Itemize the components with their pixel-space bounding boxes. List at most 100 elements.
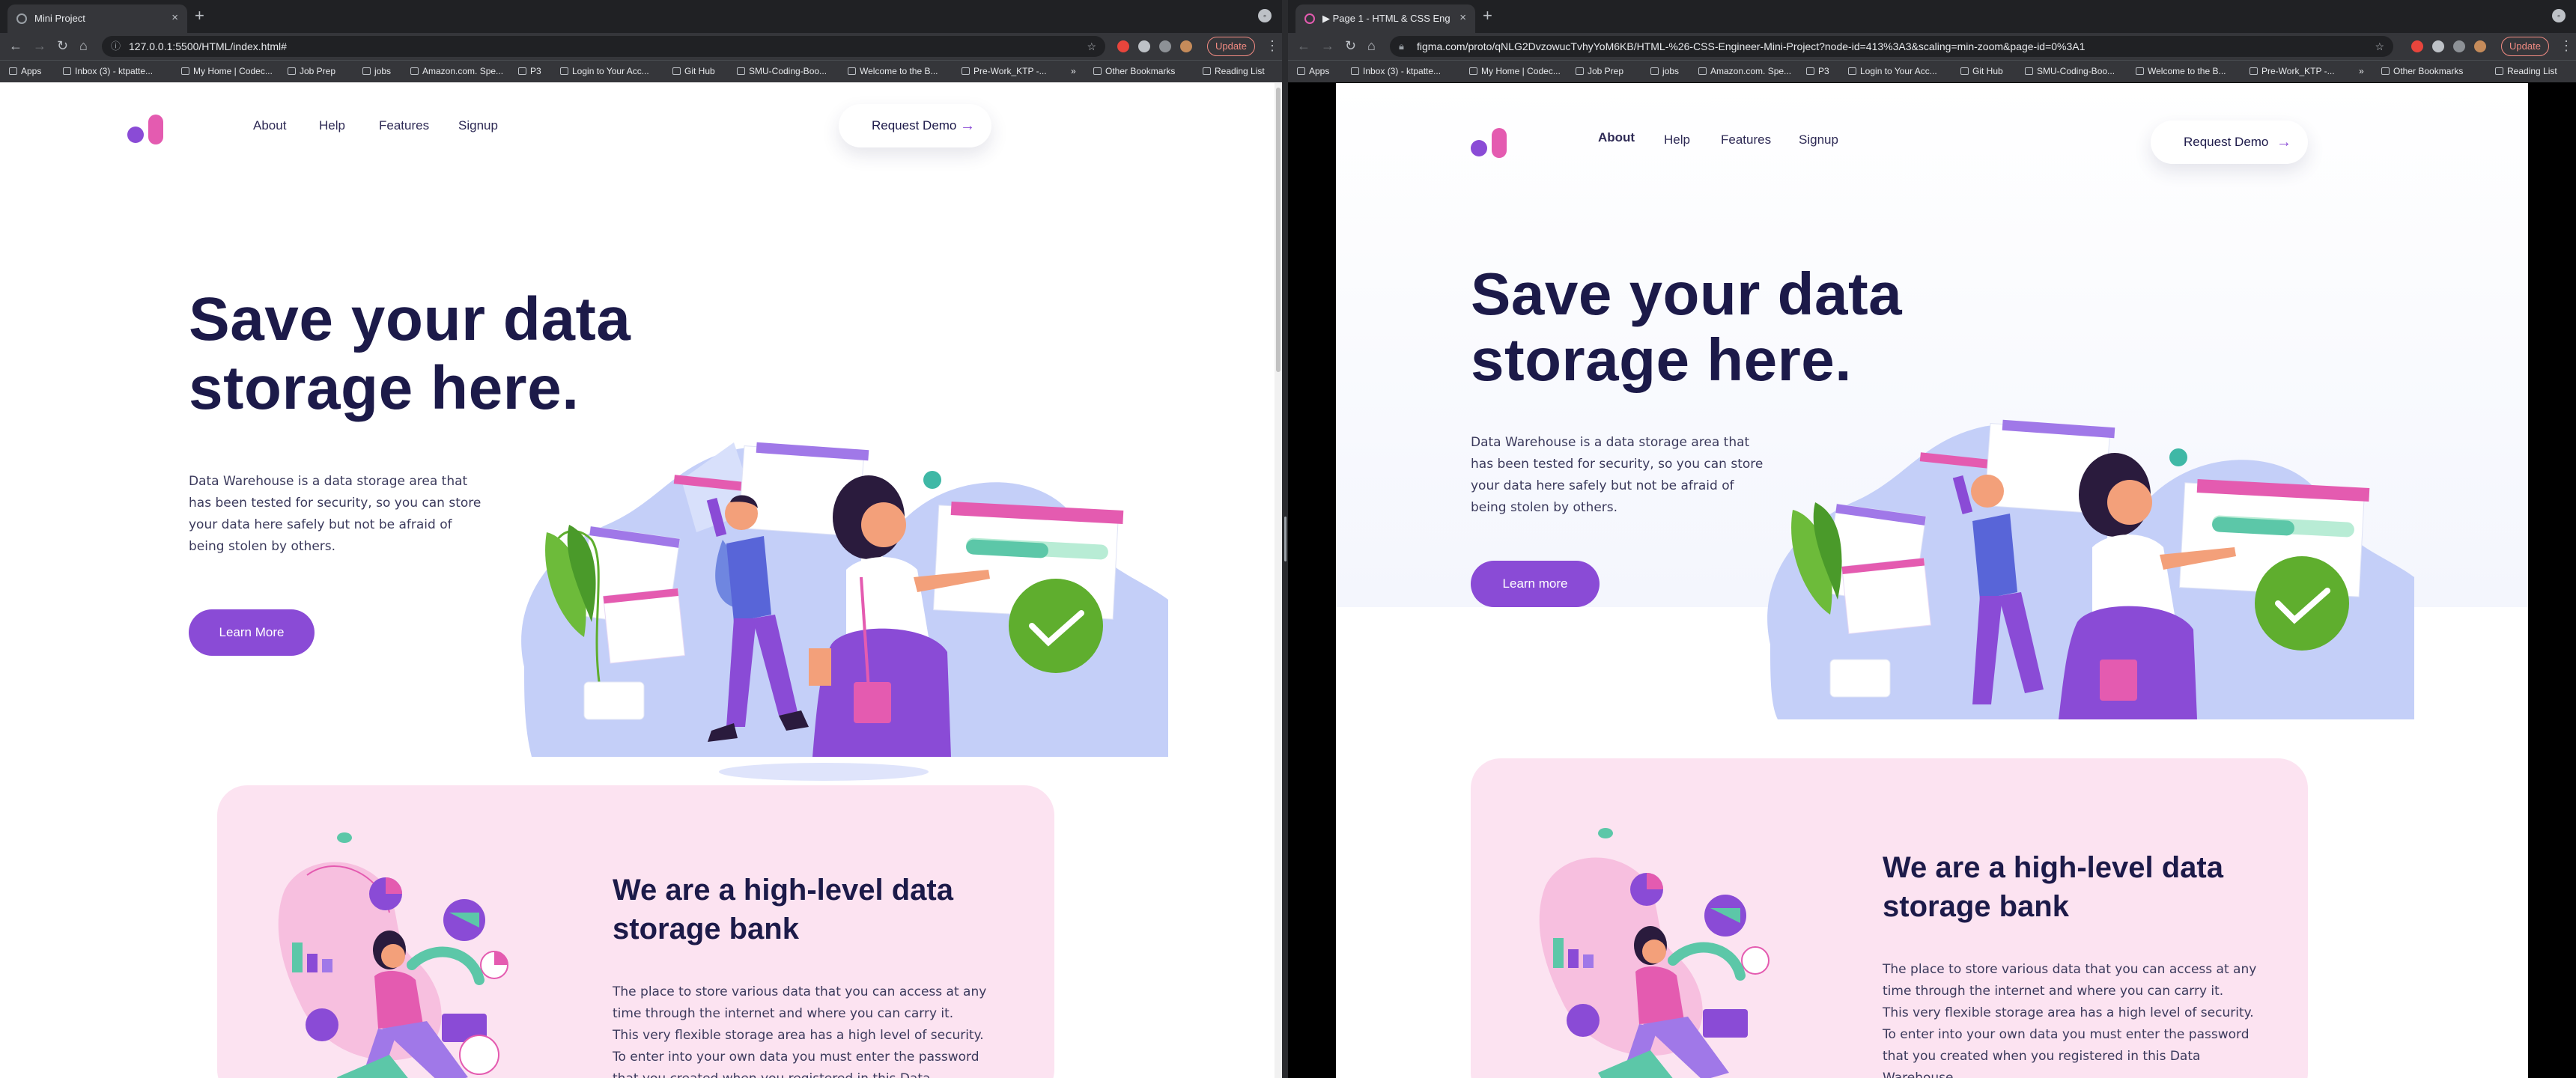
info-icon: ⓘ: [111, 40, 121, 52]
about-card: 5% We are a high-level datastorage bank …: [1471, 758, 2308, 1078]
forward-icon[interactable]: →: [1321, 39, 1334, 52]
bookmark-login[interactable]: Login to Your Acc...: [1848, 66, 1937, 76]
bookmark-apps[interactable]: Apps: [1297, 66, 1329, 76]
toolbar: ← → ↻ ⌂ 🔒︎ figma.com/proto/qNLG2DvzowucT…: [1288, 33, 2576, 60]
brand-logo[interactable]: [127, 115, 172, 149]
nav-signup[interactable]: Signup: [1799, 133, 1838, 147]
bookmark-smu[interactable]: SMU-Coding-Boo...: [2025, 66, 2115, 76]
bookmark-p3[interactable]: P3: [1806, 66, 1829, 76]
storage-bank-illustration: 5%: [1539, 828, 1770, 1078]
split-divider[interactable]: [1282, 0, 1288, 1078]
learn-more-button[interactable]: Learn More: [189, 609, 315, 656]
bookmark-apps[interactable]: Apps: [9, 66, 41, 76]
bookmark-other[interactable]: Other Bookmarks: [1093, 66, 1175, 76]
bookmark-reading-list[interactable]: Reading List: [1203, 66, 1265, 76]
close-icon[interactable]: ×: [171, 11, 178, 24]
pinterest-icon[interactable]: [1117, 40, 1129, 52]
lock-icon: 🔒︎: [1399, 40, 1404, 52]
bookmark-p3[interactable]: P3: [518, 66, 541, 76]
reading-list-icon[interactable]: [1159, 40, 1171, 52]
nav-about[interactable]: About: [1598, 130, 1635, 145]
avatar[interactable]: [2474, 40, 2486, 52]
bookmark-jobs[interactable]: jobs: [1650, 66, 1679, 76]
section-description: The place to store various data that you…: [1883, 962, 2257, 1078]
tab-search-icon[interactable]: ◦: [2552, 9, 2566, 22]
bookmarks-bar: Apps Inbox (3) - ktpatte... My Home | Co…: [1288, 60, 2576, 82]
bookmark-prework[interactable]: Pre-Work_KTP -...: [2250, 66, 2335, 76]
bookmark-amazon[interactable]: Amazon.com. Spe...: [1698, 66, 1791, 76]
new-tab-icon[interactable]: +: [195, 7, 204, 24]
address-bar[interactable]: ⓘ 127.0.0.1:5500/HTML/index.html# ☆: [102, 36, 1105, 57]
update-button[interactable]: Update: [1207, 37, 1255, 56]
arrow-right-icon: →: [960, 118, 975, 134]
bookmark-smu[interactable]: SMU-Coding-Boo...: [737, 66, 827, 76]
request-demo-button[interactable]: Request Demo →: [839, 104, 991, 147]
hero-description: Data Warehouse is a data storage area th…: [189, 474, 482, 554]
forward-icon[interactable]: →: [33, 39, 46, 52]
reload-icon[interactable]: ↻: [57, 39, 68, 52]
home-icon[interactable]: ⌂: [1367, 39, 1376, 52]
bookmark-inbox[interactable]: Inbox (3) - ktpatte...: [63, 66, 153, 76]
bookmark-job-prep[interactable]: Job Prep: [1576, 66, 1623, 76]
scroll-thumb[interactable]: [1276, 88, 1281, 372]
nav-help[interactable]: Help: [319, 118, 345, 133]
star-icon[interactable]: ☆: [2375, 36, 2384, 57]
pinterest-icon[interactable]: [2411, 40, 2423, 52]
bookmark-inbox[interactable]: Inbox (3) - ktpatte...: [1351, 66, 1441, 76]
tab-title: Mini Project: [34, 13, 85, 24]
bookmark-login[interactable]: Login to Your Acc...: [560, 66, 649, 76]
tab-figma[interactable]: ▶ Page 1 - HTML & CSS Engi... ×: [1295, 4, 1475, 33]
extensions-icon[interactable]: [2432, 40, 2444, 52]
back-icon[interactable]: ←: [9, 39, 22, 52]
reading-list-icon[interactable]: [2453, 40, 2465, 52]
reload-icon[interactable]: ↻: [1345, 39, 1356, 52]
browser-window-right: ▶ Page 1 - HTML & CSS Engi... × + ◦ ← → …: [1288, 0, 2576, 1078]
bookmark-reading-list[interactable]: Reading List: [2495, 66, 2557, 76]
avatar[interactable]: [1180, 40, 1192, 52]
brand-logo[interactable]: [1471, 128, 1516, 162]
bookmark-codecademy[interactable]: My Home | Codec...: [181, 66, 273, 76]
bookmark-other[interactable]: Other Bookmarks: [2381, 66, 2463, 76]
tab-strip: ▶ Page 1 - HTML & CSS Engi... × + ◦: [1288, 0, 2576, 33]
nav-help[interactable]: Help: [1664, 133, 1690, 147]
new-tab-icon[interactable]: +: [1483, 7, 1492, 24]
bookmark-welcome[interactable]: Welcome to the B...: [2136, 66, 2226, 76]
tab-strip: Mini Project × + ◦: [0, 0, 1282, 33]
more-icon[interactable]: ⋮: [1266, 39, 1279, 52]
bookmark-prework[interactable]: Pre-Work_KTP -...: [962, 66, 1047, 76]
back-icon[interactable]: ←: [1297, 39, 1310, 52]
tab-title: ▶ Page 1 - HTML & CSS Engi...: [1322, 13, 1450, 24]
nav-features[interactable]: Features: [1721, 133, 1771, 147]
update-button[interactable]: Update: [2501, 37, 2549, 56]
tab-search-icon[interactable]: ◦: [1258, 9, 1272, 22]
bookmark-codecademy[interactable]: My Home | Codec...: [1469, 66, 1561, 76]
extensions-icon[interactable]: [1138, 40, 1150, 52]
nav-features[interactable]: Features: [379, 118, 429, 133]
bookmark-amazon[interactable]: Amazon.com. Spe...: [410, 66, 503, 76]
home-icon[interactable]: ⌂: [79, 39, 88, 52]
nav-signup[interactable]: Signup: [458, 118, 498, 133]
page-scrollbar[interactable]: [1275, 83, 1282, 1078]
bookmarks-overflow[interactable]: »: [1071, 66, 1076, 76]
address-bar[interactable]: 🔒︎ figma.com/proto/qNLG2DvzowucTvhyYoM6K…: [1390, 36, 2393, 57]
bookmarks-overflow[interactable]: »: [2359, 66, 2364, 76]
globe-icon: [16, 13, 27, 24]
hero-illustration: [521, 442, 1168, 781]
request-demo-button[interactable]: Request Demo →: [2151, 121, 2308, 164]
star-icon[interactable]: ☆: [1087, 36, 1096, 57]
learn-more-button[interactable]: Learn more: [1471, 561, 1600, 607]
section-title: We are a high-level data storage bank: [1883, 851, 2223, 923]
tab-mini-project[interactable]: Mini Project ×: [7, 4, 187, 33]
section-title: We are a high-level data storage bank: [613, 874, 953, 945]
more-icon[interactable]: ⋮: [2560, 39, 2573, 52]
bookmark-github[interactable]: Git Hub: [672, 66, 715, 76]
arrow-right-icon: →: [2276, 134, 2291, 150]
bookmark-jobs[interactable]: jobs: [362, 66, 391, 76]
nav-about[interactable]: About: [253, 118, 286, 133]
bookmark-welcome[interactable]: Welcome to the B...: [848, 66, 938, 76]
bookmark-job-prep[interactable]: Job Prep: [288, 66, 335, 76]
figma-prototype-frame: About Help Features Signup Request Demo →…: [1336, 83, 2528, 1078]
bookmark-github[interactable]: Git Hub: [1960, 66, 2003, 76]
close-icon[interactable]: ×: [1459, 11, 1466, 24]
bookmarks-bar: Apps Inbox (3) - ktpatte... My Home | Co…: [0, 60, 1282, 82]
